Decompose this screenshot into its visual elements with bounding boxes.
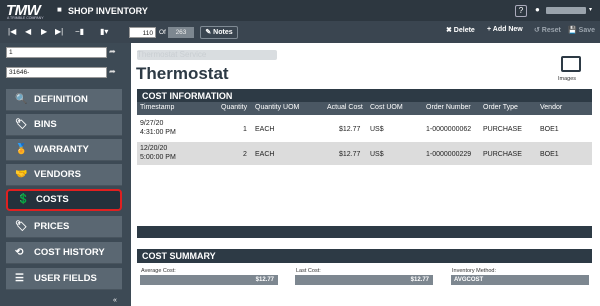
sidebar-item-warranty[interactable]: 🏅 WARRANTY [6,139,122,161]
part-number-field[interactable]: 1 [6,47,107,58]
first-record-icon[interactable]: |◀ [8,27,16,36]
column-header[interactable]: Timestamp [140,104,174,111]
ribbon-icon: 🏅 [15,144,28,155]
table-row[interactable]: 12/20/20 5:00:00 PM 2 EACH $12.77 US$ 1-… [137,142,592,165]
table-header [137,102,592,115]
timestamp-cell: 12/20/20 [140,145,168,152]
inventory-method-label: Inventory Method: [452,268,497,274]
list-icon: ☰ [15,273,24,284]
add-new-button[interactable]: + Add New [487,26,523,33]
sidebar-item-prices[interactable]: 🏷 PRICES [6,216,122,238]
sidebar-item-label: USER FIELDS [34,273,97,284]
quantity-cell: 1 [243,126,247,133]
next-record-icon[interactable]: ▶ [41,27,47,36]
user-name[interactable] [546,7,586,14]
vendor-cell: BOE1 [540,126,559,133]
price-tag-icon: 🏷 [15,221,28,232]
sidebar-item-definition[interactable]: 🔍 DEFINITION [6,89,122,111]
quantity-uom-cell: EACH [255,126,275,133]
list-view-icon[interactable]: −▮ [75,27,84,36]
page-of-label: Of [159,29,166,36]
go-arrow-icon[interactable]: ➦ [109,47,116,56]
user-icon[interactable]: ● [535,5,540,14]
quantity-cell: 2 [243,151,247,158]
order-type-cell: PURCHASE [483,126,522,133]
help-button[interactable]: ? [515,5,527,17]
delete-button[interactable]: ✖ Delete [446,26,475,34]
inventory-method-value: AVGCOST [451,275,589,285]
column-header[interactable]: Cost UOM [370,104,403,111]
column-header[interactable]: Order Type [483,104,518,111]
timestamp-cell: 9/27/20 [140,120,164,127]
table-row[interactable]: 9/27/20 4:31:00 PM 1 EACH $12.77 US$ 1-0… [137,117,592,140]
last-record-icon[interactable]: ▶| [55,27,63,36]
collapse-sidebar-icon[interactable]: « [113,297,117,304]
timestamp-cell: 4:31:00 PM [140,129,176,136]
column-header[interactable]: Vendor [540,104,562,111]
bookmark-icon[interactable]: ▮▾ [100,27,108,36]
sidebar-item-costs[interactable]: 💲 COSTS [6,189,122,211]
dollar-icon: 💲 [17,194,30,205]
page-title: Thermostat [136,64,229,83]
sidebar-item-label: WARRANTY [34,144,89,155]
quantity-uom-cell: EACH [255,151,275,158]
reset-button[interactable]: ↺ Reset [534,26,561,34]
top-bar: TMW A TRIMBLE COMPANY ■ SHOP INVENTORY ?… [0,0,600,21]
cost-information-header: COST INFORMATION [137,89,592,103]
notes-button[interactable]: ✎ Notes [200,26,238,39]
column-header[interactable]: Order Number [426,104,471,111]
vendor-cell: BOE1 [540,151,559,158]
table-footer [137,226,592,238]
images-label[interactable]: Images [558,76,576,82]
search-icon: 🔍 [15,94,28,105]
sidebar-item-label: VENDORS [34,169,81,180]
sidebar-item-bins[interactable]: 🏷 BINS [6,114,122,136]
sidebar-item-cost-history[interactable]: ⟲ COST HISTORY [6,242,122,264]
item-description: Thermostat Service [137,50,277,60]
save-button[interactable]: 💾 Save [568,26,595,34]
average-cost-value: $12.77 [140,275,278,285]
timestamp-cell: 5:00:00 PM [140,154,176,161]
page-number-input[interactable]: 110 [129,27,156,38]
column-header[interactable]: Quantity [221,104,247,111]
sidebar-item-user-fields[interactable]: ☰ USER FIELDS [6,268,122,290]
prev-record-icon[interactable]: ◀ [25,27,31,36]
history-icon: ⟲ [15,247,24,258]
order-type-cell: PURCHASE [483,151,522,158]
cost-summary-header: COST SUMMARY [137,249,592,263]
actual-cost-cell: $12.77 [339,126,361,133]
handshake-icon: 🤝 [15,169,28,180]
cost-uom-cell: US$ [370,151,384,158]
image-icon[interactable] [561,56,581,72]
logo-subtitle: A TRIMBLE COMPANY [7,16,44,20]
column-header[interactable]: Quantity UOM [255,104,299,111]
chevron-down-icon[interactable]: ▾ [589,6,592,13]
sidebar-item-label: PRICES [34,221,70,232]
last-cost-value: $12.77 [295,275,433,285]
order-number-cell: 1-0000000062 [426,126,472,133]
page-total: 263 [168,27,194,38]
column-header[interactable]: Actual Cost [327,104,363,111]
order-number-cell: 1-0000000229 [426,151,472,158]
last-cost-label: Last Cost: [296,268,321,274]
tag-icon: 🏷 [15,119,28,130]
sidebar-item-label: BINS [34,119,57,130]
go-arrow-icon[interactable]: ➦ [109,67,116,76]
actual-cost-cell: $12.77 [339,151,361,158]
item-id-field[interactable]: 31646- [6,67,107,78]
sidebar-item-label: COST HISTORY [34,247,105,258]
sidebar-item-label: DEFINITION [34,94,88,105]
cost-uom-cell: US$ [370,126,384,133]
menu-icon[interactable]: ■ [57,5,62,14]
average-cost-label: Average Cost: [141,268,176,274]
sidebar-item-vendors[interactable]: 🤝 VENDORS [6,164,122,186]
sidebar-item-label: COSTS [36,194,69,205]
app-title: SHOP INVENTORY [68,6,148,16]
